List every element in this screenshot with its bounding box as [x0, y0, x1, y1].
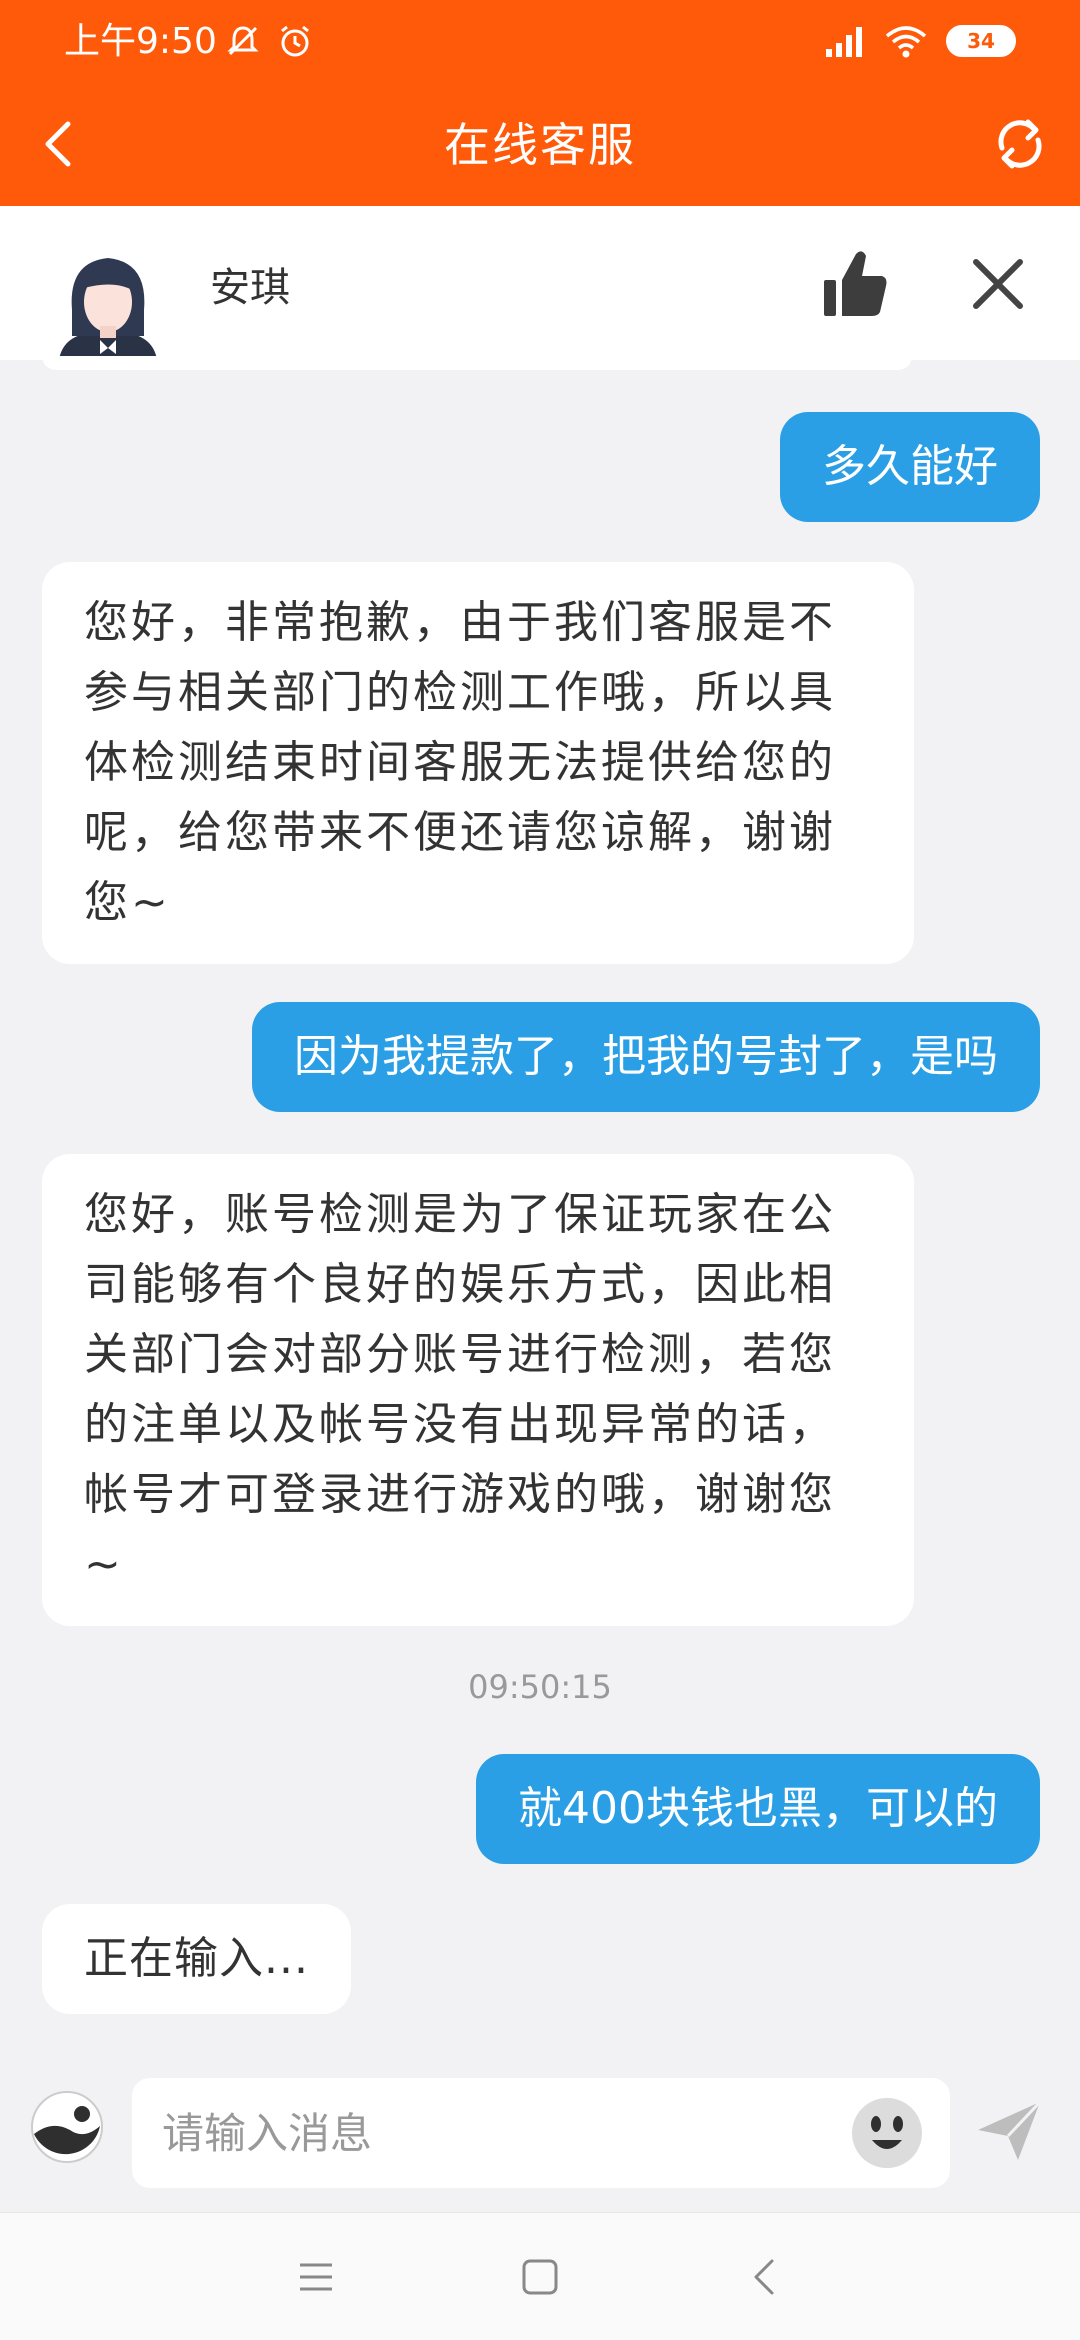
home-icon[interactable] — [516, 2253, 564, 2301]
close-icon[interactable] — [968, 254, 1028, 314]
outgoing-message: 因为我提款了，把我的号封了，是吗 — [252, 1002, 1040, 1112]
emoji-icon[interactable] — [850, 2096, 924, 2170]
signal-icon — [826, 27, 862, 57]
previous-message-edge — [42, 356, 912, 370]
mute-icon — [227, 26, 259, 56]
thumbs-up-icon[interactable] — [820, 246, 890, 322]
battery-icon: 34 — [946, 25, 1016, 57]
refresh-icon[interactable] — [988, 112, 1052, 176]
agent-name: 安琪 — [210, 265, 290, 311]
image-icon[interactable] — [30, 2090, 104, 2164]
wifi-icon — [885, 26, 927, 58]
message-timestamp: 09:50:15 — [468, 1668, 612, 1706]
status-time: 上午9:50 — [64, 21, 217, 62]
incoming-message: 您好，非常抱歉，由于我们客服是不参与相关部门的检测工作哦，所以具体检测结束时间客… — [42, 562, 914, 964]
alarm-icon — [281, 25, 309, 57]
back-icon[interactable] — [742, 2253, 790, 2301]
status-icons-left — [224, 22, 314, 60]
system-nav-bar — [0, 2212, 1080, 2340]
typing-indicator: 正在输入... — [42, 1904, 351, 2014]
menu-icon[interactable] — [292, 2253, 340, 2301]
composer — [0, 2050, 1080, 2212]
header: 在线客服 — [0, 84, 1080, 206]
outgoing-message: 多久能好 — [780, 412, 1040, 522]
agent-bar: 安琪 — [0, 206, 1080, 370]
page-title: 在线客服 — [444, 118, 636, 172]
status-icons-right: 34 — [824, 24, 1016, 58]
incoming-message: 您好，账号检测是为了保证玩家在公司能够有个良好的娱乐方式，因此相关部门会对部分账… — [42, 1154, 914, 1626]
outgoing-message: 就400块钱也黑，可以的 — [476, 1754, 1040, 1864]
message-input-box — [132, 2078, 950, 2188]
send-icon[interactable] — [974, 2096, 1044, 2166]
status-bar: 上午9:50 34 — [0, 0, 1080, 84]
message-input[interactable] — [162, 2078, 842, 2188]
